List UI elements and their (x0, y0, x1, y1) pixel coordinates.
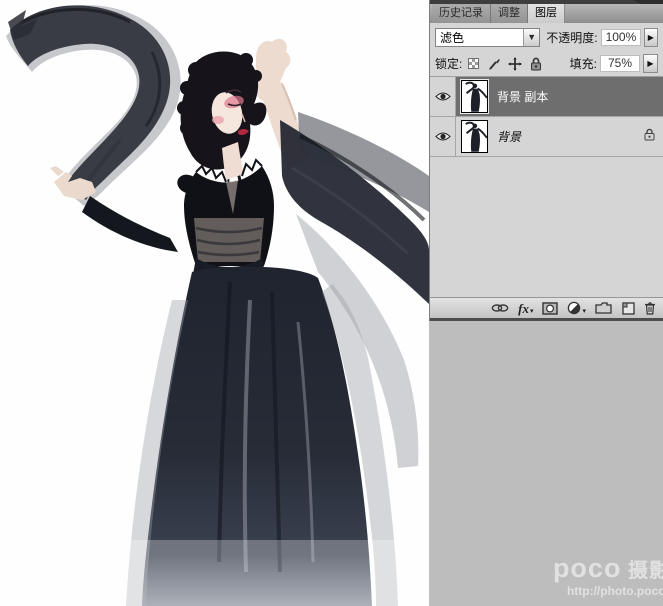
blend-mode-select[interactable]: 滤色 ▼ (435, 28, 540, 47)
photo-area (0, 0, 429, 606)
blend-mode-row: 滤色 ▼ 不透明度: 100% ▶ (430, 23, 663, 51)
layer-thumbnail[interactable] (461, 80, 488, 113)
fill-label: 填充: (570, 55, 597, 72)
watermark-url: http://photo.poco.c (553, 584, 663, 598)
panel-tab-bar: 历史记录 调整 图层 (430, 4, 663, 23)
tab-layers[interactable]: 图层 (528, 4, 565, 23)
canvas-gray-area: poco 摄影专 http://photo.poco.c (429, 321, 663, 606)
dropdown-caret-icon: ▾ (530, 308, 534, 315)
dropdown-caret-icon: ▾ (582, 308, 586, 315)
lock-all-icon[interactable] (528, 56, 544, 72)
add-layer-mask-icon[interactable] (542, 302, 558, 315)
layers-list: 背景 副本 (430, 77, 663, 297)
screenshot-root: 历史记录 调整 图层 滤色 ▼ 不透明度: 100% ▶ 锁定: (0, 0, 663, 606)
lock-row: 锁定: 填充: 75% ▶ (430, 51, 663, 77)
opacity-label: 不透明度: (546, 29, 597, 46)
new-group-icon[interactable] (595, 302, 612, 314)
layer-name: 背景 副本 (497, 88, 548, 105)
layer-styles-fx-icon[interactable]: fx▾ (518, 302, 533, 315)
opacity-slider-button[interactable]: ▶ (644, 28, 658, 47)
model-photo-figure (0, 0, 429, 606)
right-column: 历史记录 调整 图层 滤色 ▼ 不透明度: 100% ▶ 锁定: (429, 0, 663, 606)
visibility-eye-icon[interactable] (435, 91, 451, 102)
tab-adjustments[interactable]: 调整 (491, 4, 528, 23)
fill-slider-button[interactable]: ▶ (643, 54, 658, 73)
layers-bottom-toolbar: fx▾ ▾ (430, 297, 663, 321)
visibility-eye-icon[interactable] (435, 131, 451, 142)
lock-brush-icon[interactable] (486, 56, 502, 72)
layer-lock-icon (644, 128, 655, 146)
lock-position-icon[interactable] (507, 56, 523, 72)
watermark-brand: poco (553, 553, 622, 583)
fill-value[interactable]: 75% (600, 55, 640, 72)
tab-history[interactable]: 历史记录 (432, 4, 491, 23)
opacity-value[interactable]: 100% (601, 29, 641, 46)
new-adjustment-layer-icon[interactable]: ▾ (567, 301, 586, 315)
model-midriff-lace (194, 218, 264, 262)
poco-watermark: poco 摄影专 http://photo.poco.c (553, 555, 663, 598)
blend-mode-value: 滤色 (436, 29, 523, 46)
layer-name: 背景 (497, 128, 521, 145)
new-layer-icon[interactable] (621, 302, 635, 315)
lock-label: 锁定: (435, 55, 462, 72)
watermark-caption: 摄影专 (621, 560, 663, 582)
lock-transparency-icon[interactable] (465, 56, 481, 72)
layer-row-background[interactable]: 背景 (430, 117, 663, 157)
delete-layer-trash-icon[interactable] (644, 301, 656, 315)
layer-row-background-copy[interactable]: 背景 副本 (430, 77, 663, 117)
chevron-down-icon[interactable]: ▼ (523, 29, 539, 46)
link-layers-icon[interactable] (491, 303, 509, 313)
layer-thumbnail[interactable] (461, 120, 488, 153)
layers-panel: 历史记录 调整 图层 滤色 ▼ 不透明度: 100% ▶ 锁定: (429, 0, 663, 321)
